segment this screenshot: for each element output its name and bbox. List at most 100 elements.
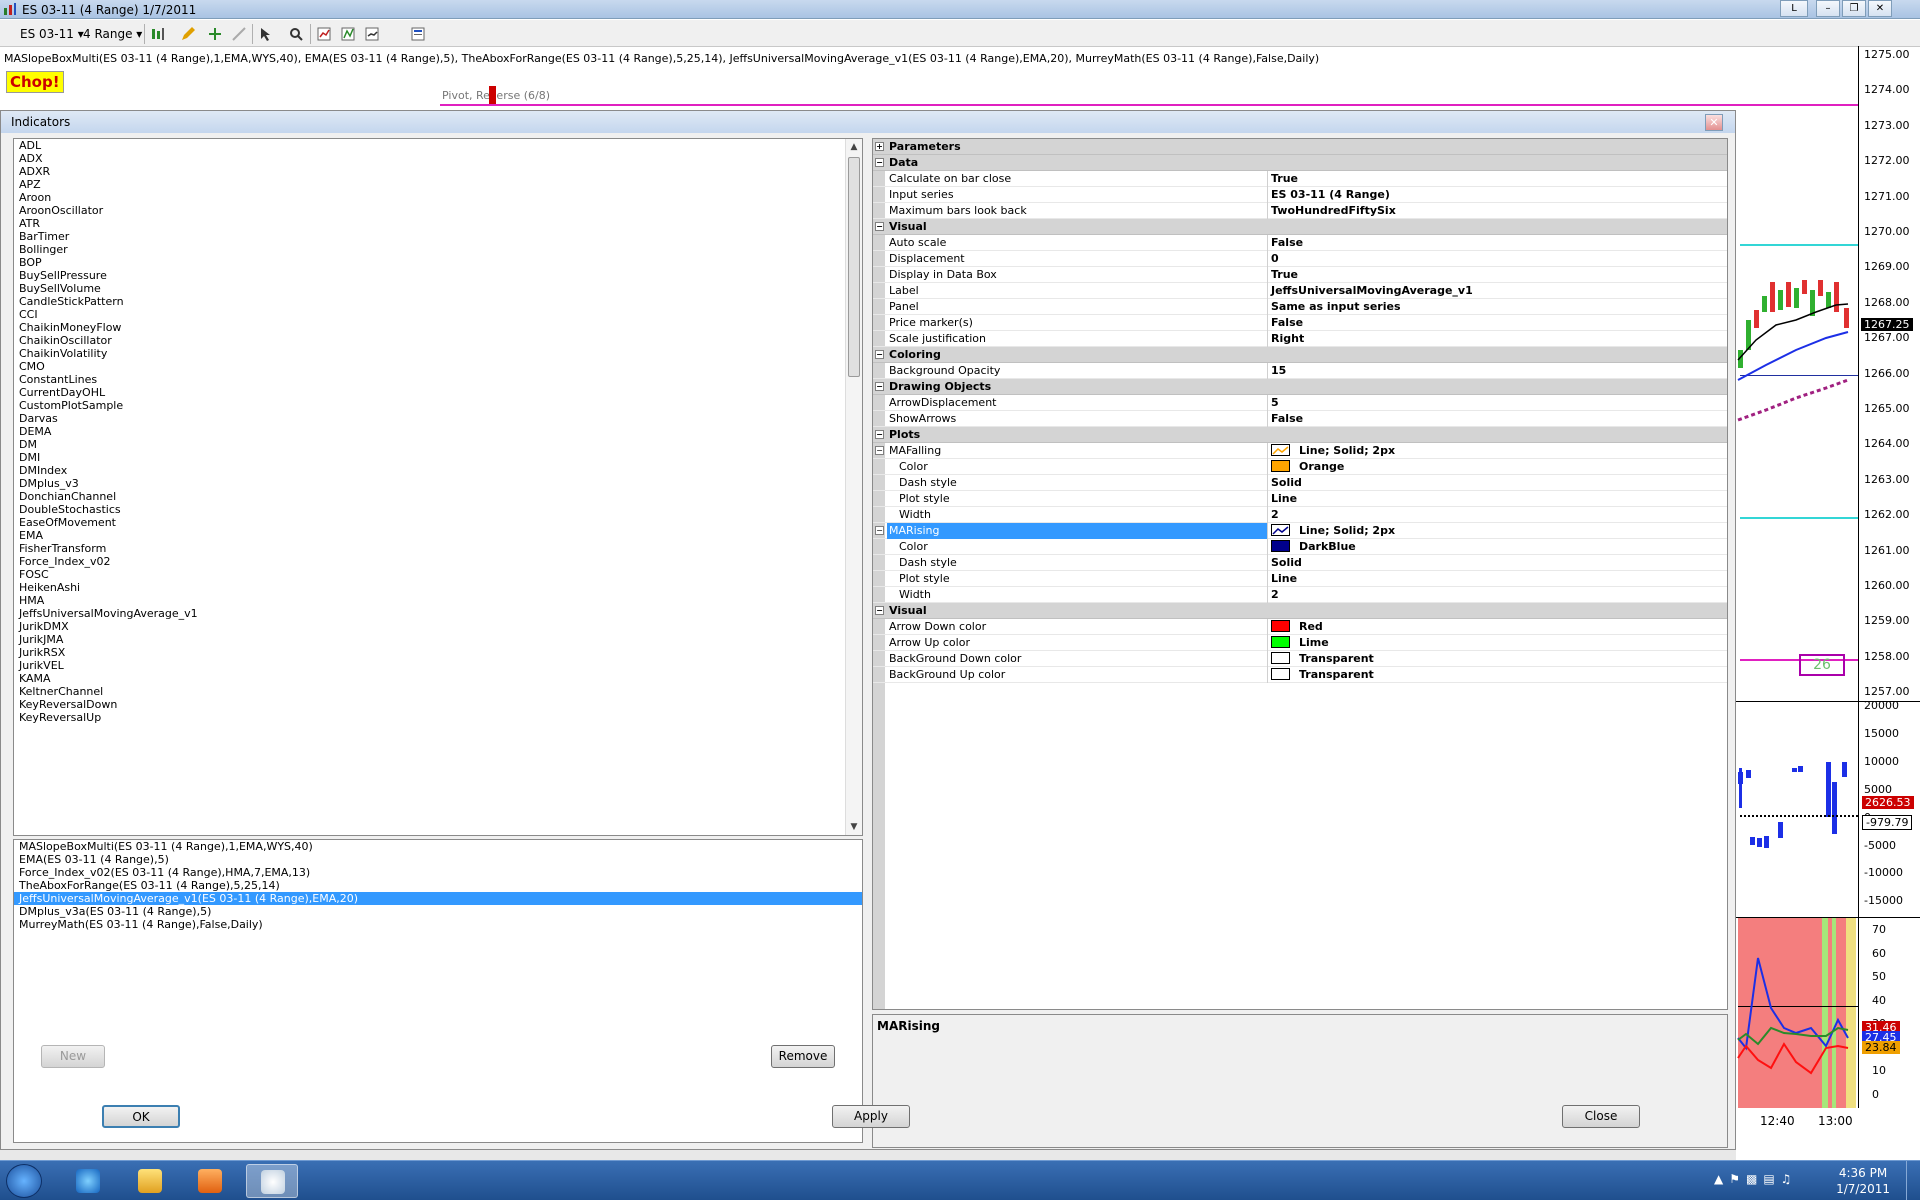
indicator-list-item[interactable]: JurikVEL — [14, 659, 862, 672]
available-indicators-list[interactable]: ADL ADX ADXR APZ Aroon AroonOscillator ATR BarT… — [13, 138, 863, 836]
property-value[interactable]: 0 — [1271, 251, 1279, 267]
property-category[interactable]: − Plots — [873, 427, 1727, 443]
property-row[interactable]: BackGround Up color Transparent — [873, 667, 1727, 683]
bar-style-icon[interactable] — [150, 26, 166, 42]
strategies-icon[interactable] — [364, 26, 380, 42]
property-value[interactable]: 5 — [1271, 395, 1279, 411]
property-row[interactable]: Arrow Up color Lime — [873, 635, 1727, 651]
property-row[interactable]: Color DarkBlue — [873, 539, 1727, 555]
property-row[interactable]: Maximum bars look back TwoHundredFiftySix — [873, 203, 1727, 219]
property-row[interactable]: Background Opacity 15 — [873, 363, 1727, 379]
property-value[interactable]: False — [1271, 411, 1303, 427]
property-row[interactable]: ShowArrows False — [873, 411, 1727, 427]
property-value[interactable]: Transparent — [1271, 667, 1374, 683]
scroll-thumb[interactable] — [848, 157, 860, 377]
collapse-icon[interactable]: − — [875, 222, 884, 231]
property-value[interactable]: Orange — [1271, 459, 1344, 475]
indicator-list-item[interactable]: ADL — [14, 139, 862, 152]
indicator-list-item[interactable]: HMA — [14, 594, 862, 607]
cursor-icon[interactable] — [258, 26, 274, 42]
property-value[interactable]: Same as input series — [1271, 299, 1401, 315]
property-value[interactable]: Transparent — [1271, 651, 1374, 667]
property-row[interactable]: Dash style Solid — [873, 555, 1727, 571]
property-row[interactable]: Input series ES 03-11 (4 Range) — [873, 187, 1727, 203]
indicator-list-item[interactable]: HeikenAshi — [14, 581, 862, 594]
collapse-icon[interactable]: − — [875, 606, 884, 615]
indicator-list-item[interactable]: ATR — [14, 217, 862, 230]
system-tray[interactable]: ▲⚑▩▤♫ — [1714, 1172, 1797, 1186]
indicator-list-item[interactable]: CurrentDayOHL — [14, 386, 862, 399]
start-button[interactable] — [6, 1164, 42, 1198]
indicator-list-item[interactable]: JurikRSX — [14, 646, 862, 659]
indicator-list-item[interactable]: AroonOscillator — [14, 204, 862, 217]
property-value[interactable]: Line; Solid; 2px — [1271, 443, 1395, 459]
property-value[interactable]: Line; Solid; 2px — [1271, 523, 1395, 539]
property-row[interactable]: Display in Data Box True — [873, 267, 1727, 283]
property-row[interactable]: Plot style Line — [873, 571, 1727, 587]
indicator-list-item[interactable]: CustomPlotSample — [14, 399, 862, 412]
indicator-list-item[interactable]: ADXR — [14, 165, 862, 178]
collapse-icon[interactable]: − — [875, 430, 884, 439]
close-button[interactable]: Close — [1562, 1105, 1640, 1128]
indicator-list-item[interactable]: CCI — [14, 308, 862, 321]
property-category[interactable]: − Coloring — [873, 347, 1727, 363]
collapse-icon[interactable]: − — [875, 382, 884, 391]
plus-icon[interactable] — [207, 26, 223, 42]
apply-button[interactable]: Apply — [832, 1105, 910, 1128]
property-value[interactable]: DarkBlue — [1271, 539, 1356, 555]
interval-dropdown[interactable]: 4 Range ▾ — [83, 24, 142, 44]
property-category[interactable]: − Drawing Objects — [873, 379, 1727, 395]
collapse-icon[interactable]: − — [875, 446, 884, 455]
indicator-list-item[interactable]: KAMA — [14, 672, 862, 685]
property-row[interactable]: − MAFalling Line; Solid; 2px — [873, 443, 1727, 459]
property-row[interactable]: Width 2 — [873, 507, 1727, 523]
indicator-list-item[interactable]: DEMA — [14, 425, 862, 438]
property-value[interactable]: 15 — [1271, 363, 1286, 379]
applied-indicator-item[interactable]: DMplus_v3a(ES 03-11 (4 Range),5) — [14, 905, 862, 918]
collapse-icon[interactable]: − — [875, 158, 884, 167]
close-icon[interactable]: ✕ — [1868, 0, 1892, 17]
property-value[interactable]: False — [1271, 315, 1303, 331]
scroll-up-icon[interactable]: ▲ — [846, 139, 862, 155]
property-value[interactable]: JeffsUniversalMovingAverage_v1 — [1271, 283, 1473, 299]
property-row[interactable]: Label JeffsUniversalMovingAverage_v1 — [873, 283, 1727, 299]
indicator-list-item[interactable]: ChaikinOscillator — [14, 334, 862, 347]
indicator-list-item[interactable]: EMA — [14, 529, 862, 542]
restore-icon[interactable]: ❐ — [1842, 0, 1866, 17]
indicator-list-item[interactable]: KeltnerChannel — [14, 685, 862, 698]
indicator-list-item[interactable]: Force_Index_v02 — [14, 555, 862, 568]
indicator-list-item[interactable]: DMplus_v3 — [14, 477, 862, 490]
property-row[interactable]: ArrowDisplacement 5 — [873, 395, 1727, 411]
new-button[interactable]: New — [41, 1045, 105, 1068]
property-value[interactable]: Line — [1271, 571, 1297, 587]
show-desktop-button[interactable] — [1906, 1161, 1920, 1200]
applied-indicator-item[interactable]: TheAboxForRange(ES 03-11 (4 Range),5,25,… — [14, 879, 862, 892]
indicator-list-item[interactable]: FOSC — [14, 568, 862, 581]
indicator-list-item[interactable]: ChaikinMoneyFlow — [14, 321, 862, 334]
property-value[interactable]: 2 — [1271, 587, 1279, 603]
remove-button[interactable]: Remove — [771, 1045, 835, 1068]
indicator-list-item[interactable]: ChaikinVolatility — [14, 347, 862, 360]
applied-indicator-item[interactable]: MurreyMath(ES 03-11 (4 Range),False,Dail… — [14, 918, 862, 931]
applied-indicator-item[interactable]: MASlopeBoxMulti(ES 03-11 (4 Range),1,EMA… — [14, 840, 862, 853]
indicator-list-item[interactable]: APZ — [14, 178, 862, 191]
instrument-dropdown[interactable]: ES 03-11 ▾ — [20, 24, 84, 44]
disabled-tool-icon[interactable] — [231, 26, 247, 42]
indicator-list-item[interactable]: BuySellPressure — [14, 269, 862, 282]
property-row[interactable]: BackGround Down color Transparent — [873, 651, 1727, 667]
property-value[interactable]: True — [1271, 267, 1298, 283]
property-row[interactable]: Auto scale False — [873, 235, 1727, 251]
property-row[interactable]: Plot style Line — [873, 491, 1727, 507]
property-value[interactable]: True — [1271, 171, 1298, 187]
property-row[interactable]: Displacement 0 — [873, 251, 1727, 267]
taskbar-trading-app[interactable] — [246, 1164, 298, 1198]
applied-indicator-item[interactable]: EMA(ES 03-11 (4 Range),5) — [14, 853, 862, 866]
properties-icon[interactable] — [410, 26, 426, 42]
data-series-icon[interactable] — [316, 26, 332, 42]
indicators-icon[interactable] — [340, 26, 356, 42]
indicator-list-item[interactable]: CandleStickPattern — [14, 295, 862, 308]
indicator-list-scrollbar[interactable]: ▲ ▼ — [845, 139, 862, 835]
indicator-list-item[interactable]: KeyReversalDown — [14, 698, 862, 711]
indicator-list-item[interactable]: FisherTransform — [14, 542, 862, 555]
indicator-list-item[interactable]: ADX — [14, 152, 862, 165]
